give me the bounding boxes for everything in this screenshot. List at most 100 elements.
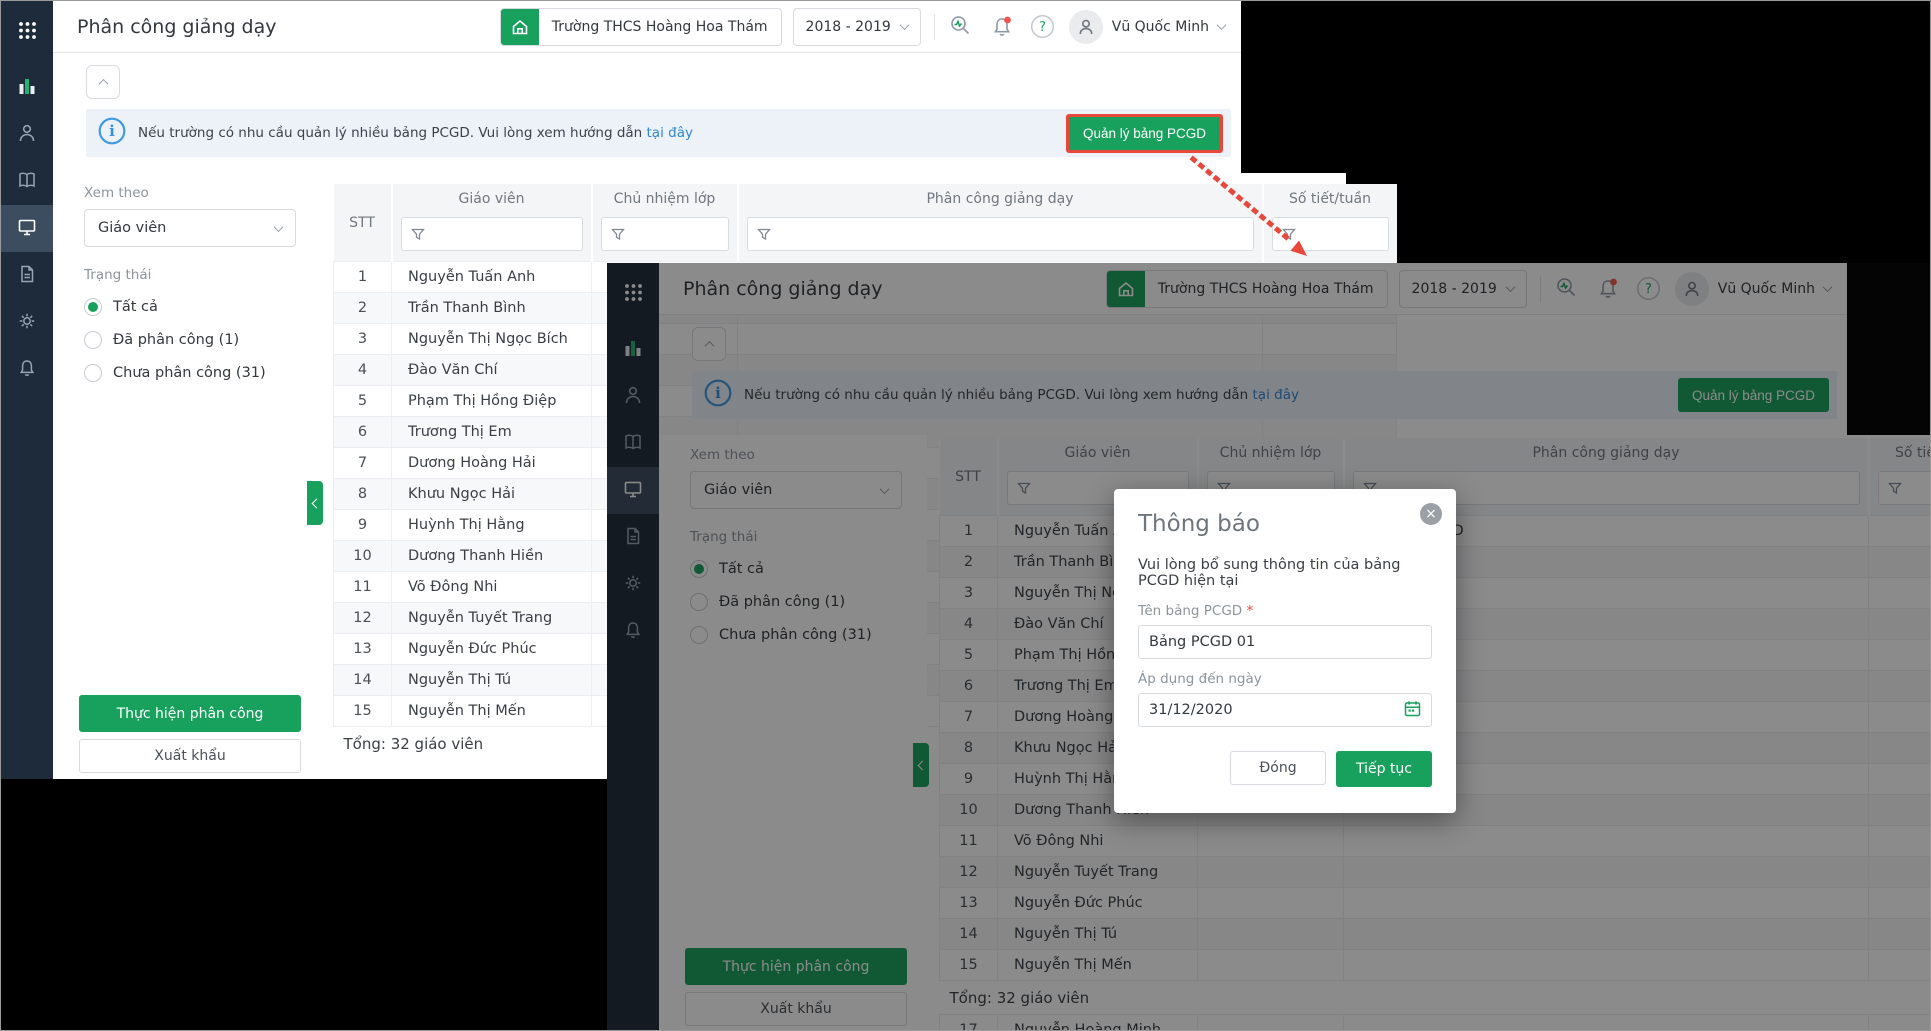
cell-teacher-name: Nguyễn Thị Ngọc Bích [391,323,592,355]
page-title: Phân công giảng dạy [77,15,277,38]
sidebar-item-settings[interactable] [1,299,53,346]
filter-funnel-icon [610,228,625,240]
status-option-label: Tất cả [113,299,158,315]
user-name: Vũ Quốc Minh [1111,18,1209,35]
chevron-down-icon [273,221,284,232]
sidebar-item-teaching-active[interactable] [1,205,53,252]
chevron-down-icon [1216,20,1227,31]
apply-date-value: 31/12/2020 [1149,702,1233,718]
close-icon[interactable]: × [1420,503,1442,525]
modal-close-button[interactable]: Đóng [1230,751,1326,785]
modal-buttons: Đóng Tiếp tục [1138,751,1432,787]
column-header-homeroom: Chủ nhiệm lớp [590,184,738,214]
cell-stt: 1 [333,261,392,293]
export-button[interactable]: Xuất khẩu [79,739,301,773]
app-grid-icon[interactable] [11,16,43,44]
search-insights-icon[interactable] [948,14,974,40]
radio-selected [84,298,102,316]
cell-stt: 12 [333,602,392,634]
cell-stt: 10 [333,540,392,572]
info-message: Nếu trường có nhu cầu quản lý nhiều bảng… [138,125,693,141]
cell-stt: 8 [333,478,392,510]
document-icon [17,264,37,288]
panel-collapse-handle[interactable] [307,481,323,525]
column-header-stt: STT [333,184,392,262]
cell-stt: 11 [333,571,392,603]
header-icons: ? [948,14,1056,40]
apply-date-input[interactable]: 31/12/2020 [1138,693,1432,727]
info-help-link[interactable]: tại đây [647,125,693,141]
chevron-up-icon [98,78,108,89]
status-label: Trạng thái [84,267,152,283]
home-icon [500,8,539,45]
school-year-dropdown[interactable]: 2018 - 2019 [792,7,921,46]
chevron-down-icon [899,20,910,31]
view-by-value: Giáo viên [98,220,167,236]
cell-stt: 4 [333,354,392,386]
pcgd-name-input[interactable]: Bảng PCGD 01 [1138,625,1432,659]
view-by-dropdown[interactable]: Giáo viên [84,209,296,247]
school-selector[interactable]: Trường THCS Hoàng Hoa Thám [499,7,782,46]
user-menu[interactable]: Vũ Quốc Minh [1068,9,1227,44]
cell-teacher-name: Nguyễn Thị Tú [391,664,592,696]
app-header: Phân công giảng dạy Trường THCS Hoàng Ho… [53,1,1241,53]
screenshot-canvas: Phân công giảng dạy Trường THCS Hoàng Ho… [0,0,1931,1031]
bell-icon [17,358,37,382]
school-name: Trường THCS Hoàng Hoa Thám [551,18,768,35]
modal-continue-button[interactable]: Tiếp tục [1336,751,1432,787]
info-bar: i Nếu trường có nhu cầu quản lý nhiều bả… [86,109,1231,157]
bar-chart-icon [17,76,37,100]
cell-teacher-name: Khưu Ngọc Hải [391,478,592,510]
status-option-assigned[interactable]: Đã phân công (1) [84,331,321,349]
sidebar-item-reports[interactable] [1,64,53,111]
cell-stt: 7 [333,447,392,479]
filter-input-teacher[interactable] [400,217,583,251]
cell-teacher-name: Phạm Thị Hồng Điệp [391,385,592,417]
header-divider [933,13,935,40]
cell-stt: 2 [333,292,392,324]
radio-unselected [84,364,102,382]
info-icon: i [98,117,126,149]
svg-text:i: i [109,122,115,140]
collapse-panel-button[interactable] [86,65,120,99]
cell-stt: 5 [333,385,392,417]
sidebar [1,1,53,779]
help-icon[interactable]: ? [1030,14,1056,40]
cell-stt: 6 [333,416,392,448]
cell-teacher-name: Nguyễn Đức Phúc [391,633,592,665]
cell-teacher-name: Trần Thanh Bình [391,292,592,324]
required-asterisk: * [1246,603,1254,619]
sidebar-item-students[interactable] [1,111,53,158]
manage-pcgd-button[interactable]: Quản lý bảng PCGD [1065,113,1223,153]
cell-stt: 15 [333,695,392,727]
filter-input-periods[interactable] [1271,217,1389,251]
column-header-assignment: Phân công giảng dạy [736,184,1263,214]
sidebar-item-notifications[interactable] [1,346,53,393]
modal-title: Thông báo [1138,511,1260,537]
filter-funnel-icon [410,228,425,240]
sidebar-item-documents[interactable] [1,252,53,299]
execute-assignment-button[interactable]: Thực hiện phân công [79,695,301,732]
notifications-bell-icon[interactable] [989,14,1015,40]
pcgd-name-label: Tên bảng PCGD * [1138,603,1432,619]
modal-message: Vui lòng bổ sung thông tin của bảng PCGD… [1138,557,1401,589]
cell-teacher-name: Võ Đông Nhi [391,571,592,603]
column-header-teacher: Giáo viên [390,184,592,214]
avatar [1068,9,1103,44]
cell-stt: 14 [333,664,392,696]
calendar-icon[interactable] [1404,700,1421,721]
cell-teacher-name: Nguyễn Tuyết Trang [391,602,592,634]
cell-teacher-name: Nguyễn Thị Mến [391,695,592,727]
sidebar-item-education[interactable] [1,158,53,205]
school-year-value: 2018 - 2019 [805,18,891,35]
cell-teacher-name: Dương Thanh Hiền [391,540,592,572]
book-icon [17,170,37,194]
cell-teacher-name: Dương Hoàng Hải [391,447,592,479]
screenshot-crop-patch [1241,1,1346,173]
gear-icon [17,311,37,335]
cell-teacher-name: Huỳnh Thị Hằng [391,509,592,541]
status-option-unassigned[interactable]: Chưa phân công (31) [84,364,321,382]
status-option-all[interactable]: Tất cả [84,298,321,316]
filter-input-homeroom[interactable] [600,217,729,251]
filter-input-assignment[interactable] [746,217,1254,251]
